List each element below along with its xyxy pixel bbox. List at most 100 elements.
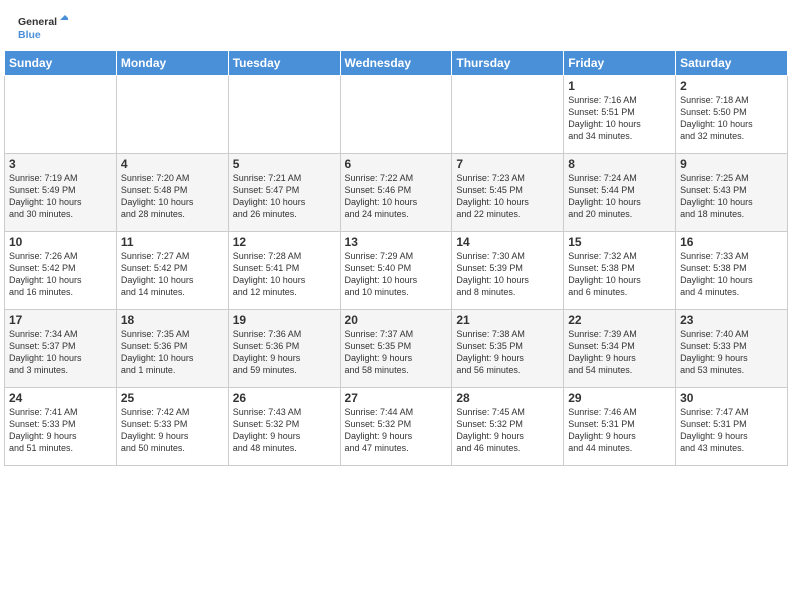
day-number: 27 [345,391,448,405]
day-header-tuesday: Tuesday [228,51,340,76]
day-info: Sunrise: 7:26 AM Sunset: 5:42 PM Dayligh… [9,250,112,299]
day-number: 25 [121,391,224,405]
day-number: 15 [568,235,671,249]
day-number: 10 [9,235,112,249]
day-number: 23 [680,313,783,327]
day-info: Sunrise: 7:27 AM Sunset: 5:42 PM Dayligh… [121,250,224,299]
logo: General Blue [18,12,68,42]
day-info: Sunrise: 7:34 AM Sunset: 5:37 PM Dayligh… [9,328,112,377]
day-info: Sunrise: 7:19 AM Sunset: 5:49 PM Dayligh… [9,172,112,221]
day-info: Sunrise: 7:46 AM Sunset: 5:31 PM Dayligh… [568,406,671,455]
day-header-wednesday: Wednesday [340,51,452,76]
calendar-cell: 16Sunrise: 7:33 AM Sunset: 5:38 PM Dayli… [676,232,788,310]
day-info: Sunrise: 7:18 AM Sunset: 5:50 PM Dayligh… [680,94,783,143]
day-number: 28 [456,391,559,405]
day-number: 29 [568,391,671,405]
calendar-cell: 19Sunrise: 7:36 AM Sunset: 5:36 PM Dayli… [228,310,340,388]
day-info: Sunrise: 7:37 AM Sunset: 5:35 PM Dayligh… [345,328,448,377]
calendar-cell [340,76,452,154]
day-number: 14 [456,235,559,249]
calendar-cell: 18Sunrise: 7:35 AM Sunset: 5:36 PM Dayli… [116,310,228,388]
calendar-week-1: 1Sunrise: 7:16 AM Sunset: 5:51 PM Daylig… [5,76,788,154]
calendar-cell: 29Sunrise: 7:46 AM Sunset: 5:31 PM Dayli… [564,388,676,466]
calendar-cell: 30Sunrise: 7:47 AM Sunset: 5:31 PM Dayli… [676,388,788,466]
day-number: 19 [233,313,336,327]
day-number: 30 [680,391,783,405]
day-number: 17 [9,313,112,327]
calendar-cell: 26Sunrise: 7:43 AM Sunset: 5:32 PM Dayli… [228,388,340,466]
calendar-cell: 3Sunrise: 7:19 AM Sunset: 5:49 PM Daylig… [5,154,117,232]
day-info: Sunrise: 7:16 AM Sunset: 5:51 PM Dayligh… [568,94,671,143]
day-info: Sunrise: 7:32 AM Sunset: 5:38 PM Dayligh… [568,250,671,299]
calendar-header-row: SundayMondayTuesdayWednesdayThursdayFrid… [5,51,788,76]
day-info: Sunrise: 7:45 AM Sunset: 5:32 PM Dayligh… [456,406,559,455]
day-info: Sunrise: 7:28 AM Sunset: 5:41 PM Dayligh… [233,250,336,299]
day-info: Sunrise: 7:33 AM Sunset: 5:38 PM Dayligh… [680,250,783,299]
day-info: Sunrise: 7:24 AM Sunset: 5:44 PM Dayligh… [568,172,671,221]
calendar-cell: 21Sunrise: 7:38 AM Sunset: 5:35 PM Dayli… [452,310,564,388]
day-info: Sunrise: 7:47 AM Sunset: 5:31 PM Dayligh… [680,406,783,455]
day-header-thursday: Thursday [452,51,564,76]
day-number: 8 [568,157,671,171]
svg-text:General: General [18,16,57,28]
day-info: Sunrise: 7:29 AM Sunset: 5:40 PM Dayligh… [345,250,448,299]
calendar-cell: 10Sunrise: 7:26 AM Sunset: 5:42 PM Dayli… [5,232,117,310]
day-info: Sunrise: 7:38 AM Sunset: 5:35 PM Dayligh… [456,328,559,377]
day-info: Sunrise: 7:23 AM Sunset: 5:45 PM Dayligh… [456,172,559,221]
calendar-cell: 15Sunrise: 7:32 AM Sunset: 5:38 PM Dayli… [564,232,676,310]
calendar-cell [116,76,228,154]
calendar-cell [228,76,340,154]
day-header-sunday: Sunday [5,51,117,76]
day-header-friday: Friday [564,51,676,76]
day-info: Sunrise: 7:42 AM Sunset: 5:33 PM Dayligh… [121,406,224,455]
day-info: Sunrise: 7:21 AM Sunset: 5:47 PM Dayligh… [233,172,336,221]
day-info: Sunrise: 7:36 AM Sunset: 5:36 PM Dayligh… [233,328,336,377]
day-info: Sunrise: 7:40 AM Sunset: 5:33 PM Dayligh… [680,328,783,377]
day-number: 4 [121,157,224,171]
calendar-cell: 13Sunrise: 7:29 AM Sunset: 5:40 PM Dayli… [340,232,452,310]
day-number: 11 [121,235,224,249]
calendar-cell: 11Sunrise: 7:27 AM Sunset: 5:42 PM Dayli… [116,232,228,310]
day-info: Sunrise: 7:44 AM Sunset: 5:32 PM Dayligh… [345,406,448,455]
calendar-cell: 4Sunrise: 7:20 AM Sunset: 5:48 PM Daylig… [116,154,228,232]
calendar-cell [452,76,564,154]
day-info: Sunrise: 7:39 AM Sunset: 5:34 PM Dayligh… [568,328,671,377]
day-info: Sunrise: 7:20 AM Sunset: 5:48 PM Dayligh… [121,172,224,221]
day-info: Sunrise: 7:22 AM Sunset: 5:46 PM Dayligh… [345,172,448,221]
day-number: 7 [456,157,559,171]
calendar-cell: 22Sunrise: 7:39 AM Sunset: 5:34 PM Dayli… [564,310,676,388]
day-info: Sunrise: 7:43 AM Sunset: 5:32 PM Dayligh… [233,406,336,455]
calendar-cell: 28Sunrise: 7:45 AM Sunset: 5:32 PM Dayli… [452,388,564,466]
day-number: 20 [345,313,448,327]
day-number: 13 [345,235,448,249]
calendar-cell: 25Sunrise: 7:42 AM Sunset: 5:33 PM Dayli… [116,388,228,466]
calendar-table: SundayMondayTuesdayWednesdayThursdayFrid… [4,50,788,466]
calendar-cell: 5Sunrise: 7:21 AM Sunset: 5:47 PM Daylig… [228,154,340,232]
calendar-cell: 17Sunrise: 7:34 AM Sunset: 5:37 PM Dayli… [5,310,117,388]
calendar-cell: 1Sunrise: 7:16 AM Sunset: 5:51 PM Daylig… [564,76,676,154]
calendar-cell: 9Sunrise: 7:25 AM Sunset: 5:43 PM Daylig… [676,154,788,232]
day-header-saturday: Saturday [676,51,788,76]
day-number: 26 [233,391,336,405]
calendar-cell: 27Sunrise: 7:44 AM Sunset: 5:32 PM Dayli… [340,388,452,466]
calendar-cell: 6Sunrise: 7:22 AM Sunset: 5:46 PM Daylig… [340,154,452,232]
day-info: Sunrise: 7:30 AM Sunset: 5:39 PM Dayligh… [456,250,559,299]
calendar-cell: 24Sunrise: 7:41 AM Sunset: 5:33 PM Dayli… [5,388,117,466]
calendar-cell: 2Sunrise: 7:18 AM Sunset: 5:50 PM Daylig… [676,76,788,154]
day-number: 22 [568,313,671,327]
day-number: 21 [456,313,559,327]
calendar-cell: 23Sunrise: 7:40 AM Sunset: 5:33 PM Dayli… [676,310,788,388]
day-number: 3 [9,157,112,171]
day-info: Sunrise: 7:41 AM Sunset: 5:33 PM Dayligh… [9,406,112,455]
calendar-week-3: 10Sunrise: 7:26 AM Sunset: 5:42 PM Dayli… [5,232,788,310]
day-number: 24 [9,391,112,405]
day-number: 1 [568,79,671,93]
day-number: 5 [233,157,336,171]
day-number: 9 [680,157,783,171]
page-header: General Blue [0,0,792,50]
calendar-table-wrap: SundayMondayTuesdayWednesdayThursdayFrid… [0,50,792,470]
calendar-week-5: 24Sunrise: 7:41 AM Sunset: 5:33 PM Dayli… [5,388,788,466]
day-number: 2 [680,79,783,93]
calendar-cell: 7Sunrise: 7:23 AM Sunset: 5:45 PM Daylig… [452,154,564,232]
calendar-cell: 12Sunrise: 7:28 AM Sunset: 5:41 PM Dayli… [228,232,340,310]
